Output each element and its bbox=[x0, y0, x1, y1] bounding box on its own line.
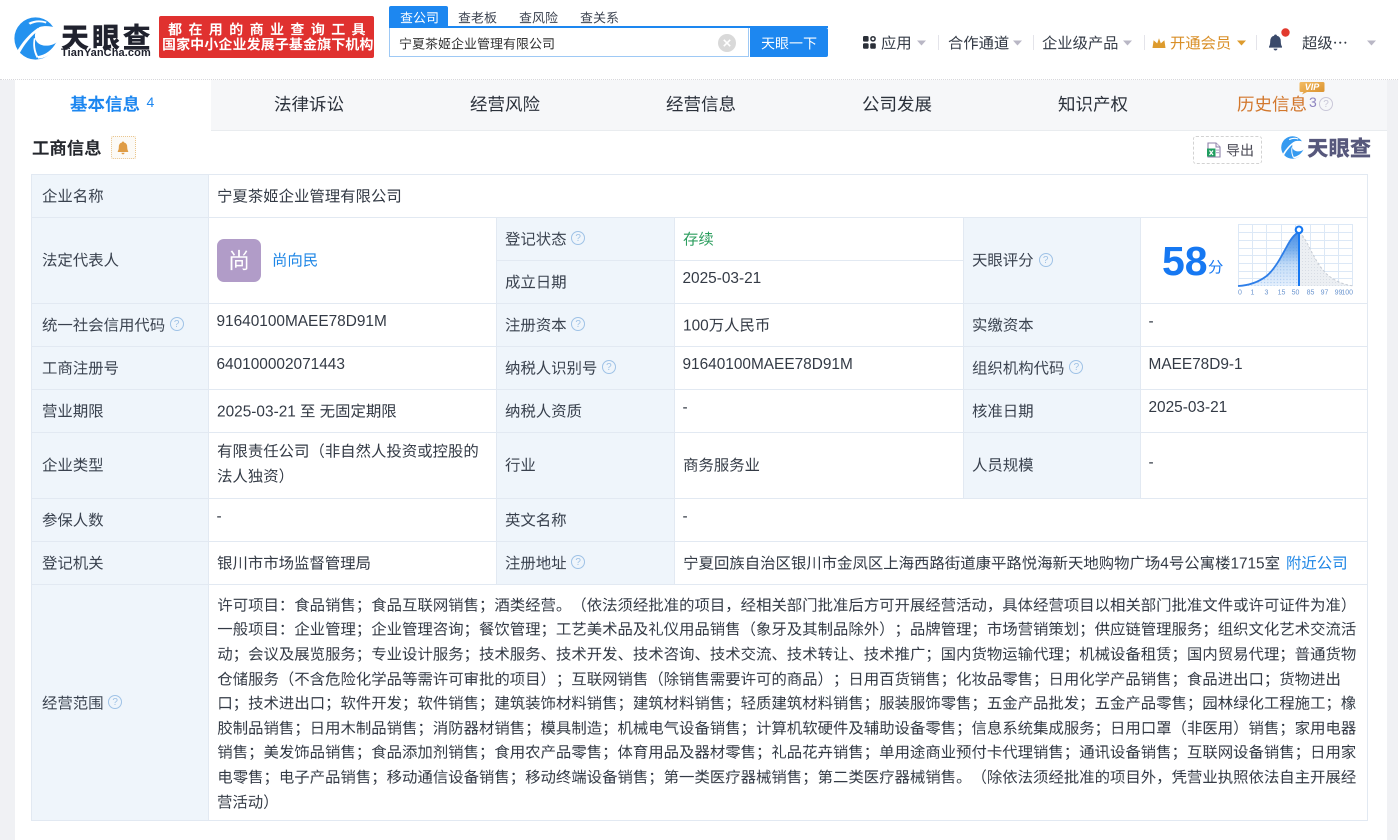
svg-text:97: 97 bbox=[1321, 290, 1329, 297]
svg-text:1: 1 bbox=[1251, 290, 1255, 297]
svg-text:50: 50 bbox=[1292, 290, 1300, 297]
svg-text:85: 85 bbox=[1307, 290, 1315, 297]
svg-text:2025-03-21: 2025-03-21 bbox=[217, 403, 296, 420]
svg-text:100: 100 bbox=[1341, 290, 1353, 297]
svg-text:1715: 1715 bbox=[1230, 555, 1264, 572]
svg-text:3: 3 bbox=[1265, 290, 1269, 297]
svg-text:100: 100 bbox=[683, 317, 709, 334]
svg-text:4: 4 bbox=[1160, 555, 1169, 572]
svg-text:0: 0 bbox=[1238, 290, 1242, 297]
svg-text:15: 15 bbox=[1278, 290, 1286, 297]
svg-text:VIP: VIP bbox=[1305, 82, 1321, 92]
